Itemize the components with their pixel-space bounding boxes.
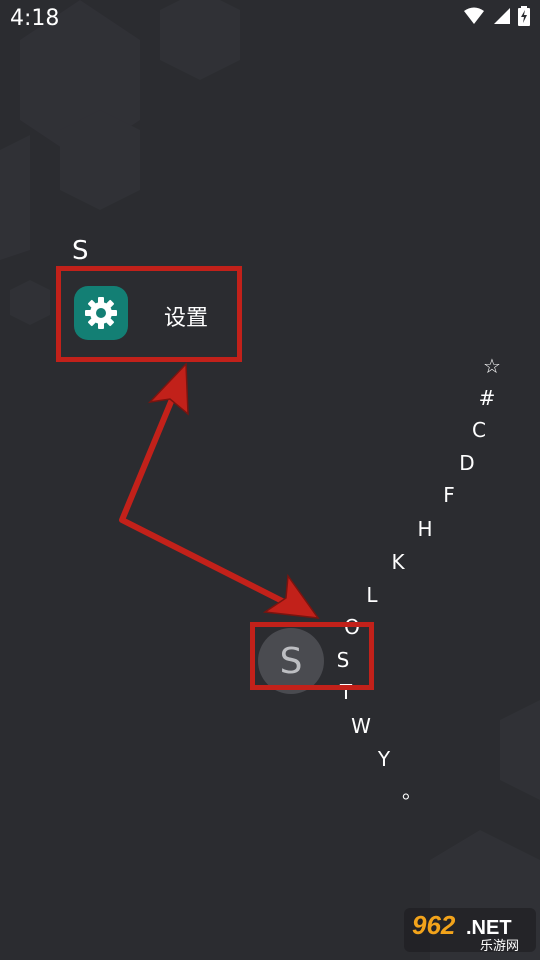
alpha-index-k[interactable]: K [391, 552, 404, 572]
alpha-index-dot[interactable]: 。 [402, 781, 422, 801]
battery-icon [518, 6, 530, 26]
annotation-arrows [119, 362, 320, 619]
alpha-index-h[interactable]: H [417, 519, 432, 539]
alpha-index-l[interactable]: L [366, 585, 377, 605]
highlight-box-index [250, 622, 374, 690]
wifi-icon [464, 7, 484, 24]
alpha-index-c[interactable]: C [472, 420, 486, 440]
alpha-index-f[interactable]: F [443, 485, 455, 505]
status-time: 4:18 [10, 6, 60, 31]
alpha-index-star[interactable]: ☆ [483, 356, 501, 376]
watermark-logo: 962 .NET 乐游网 [404, 904, 536, 956]
alpha-index-d[interactable]: D [459, 453, 474, 473]
alpha-index-w[interactable]: W [351, 716, 371, 736]
alpha-index-hash[interactable]: # [479, 388, 496, 408]
highlight-box-app [56, 266, 242, 362]
status-bar: 4:18 [0, 0, 540, 38]
section-letter: S [72, 236, 89, 266]
svg-text:.NET: .NET [466, 917, 512, 939]
alpha-index-y[interactable]: Y [378, 749, 390, 769]
signal-icon [494, 8, 510, 24]
svg-text:乐游网: 乐游网 [480, 939, 519, 954]
svg-text:962: 962 [412, 910, 456, 940]
background-pattern [0, 0, 540, 960]
